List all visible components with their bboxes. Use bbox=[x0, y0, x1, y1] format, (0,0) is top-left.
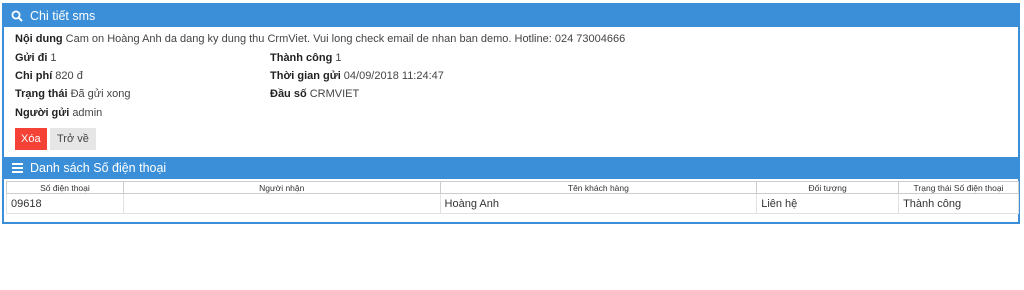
content-label: Nội dung bbox=[15, 33, 63, 45]
sent-value: 1 bbox=[50, 52, 57, 64]
status-row: Trạng thái Đã gửi xong bbox=[15, 87, 131, 101]
cell-object: Liên hệ bbox=[756, 193, 900, 214]
sender-row: Người gửi admin bbox=[15, 106, 102, 120]
sent-label: Gửi đi bbox=[15, 52, 48, 64]
sent-row: Gửi đi 1 bbox=[15, 51, 57, 65]
phone-list-table: Số điện thoại Người nhận Tên khách hàng … bbox=[6, 181, 1019, 214]
cell-phone-status: Thành công bbox=[898, 193, 1019, 214]
search-icon bbox=[10, 9, 24, 23]
success-label: Thành công bbox=[270, 52, 333, 64]
delete-button[interactable]: Xóa bbox=[15, 128, 47, 150]
cell-phone: 09618 bbox=[6, 193, 124, 214]
sms-detail-body: Nội dung Cam on Hoàng Anh da dang ky dung… bbox=[4, 27, 1018, 155]
sender-label: Người gửi bbox=[15, 107, 70, 119]
phone-list-header: Danh sách Số điện thoại bbox=[4, 157, 1018, 179]
success-value: 1 bbox=[335, 52, 342, 64]
column-header-phone[interactable]: Số điện thoại bbox=[6, 181, 124, 194]
column-header-phone-status[interactable]: Trạng thái Số điện thoại bbox=[898, 181, 1019, 194]
content-value: Cam on Hoàng Anh da dang ky dung thu Crm… bbox=[65, 33, 626, 45]
table-header-row: Số điện thoại Người nhận Tên khách hàng … bbox=[6, 181, 1019, 194]
sender-value: admin bbox=[72, 107, 103, 119]
content-row: Nội dung Cam on Hoàng Anh da dang ky dung… bbox=[15, 32, 625, 46]
sms-detail-title: Chi tiết sms bbox=[30, 9, 96, 23]
sms-detail-panel: Chi tiết sms Nội dung Cam on Hoàng Anh da… bbox=[2, 3, 1020, 224]
sms-detail-header: Chi tiết sms bbox=[4, 5, 1018, 27]
column-header-recipient[interactable]: Người nhận bbox=[122, 181, 441, 194]
prefix-label: Đầu số bbox=[270, 88, 307, 100]
prefix-row: Đầu số CRMVIET bbox=[270, 87, 359, 101]
cost-label: Chi phí bbox=[15, 70, 53, 82]
cost-value: 820 đ bbox=[55, 70, 83, 82]
send-time-row: Thời gian gửi 04/09/2018 11:24:47 bbox=[270, 69, 444, 83]
cell-customer-name: Hoàng Anh bbox=[439, 193, 758, 214]
status-label: Trạng thái bbox=[15, 88, 68, 100]
column-header-customer-name[interactable]: Tên khách hàng bbox=[439, 181, 758, 194]
success-row: Thành công 1 bbox=[270, 51, 341, 65]
status-value: Đã gửi xong bbox=[70, 88, 131, 100]
back-button[interactable]: Trở về bbox=[50, 128, 96, 150]
list-icon bbox=[10, 161, 24, 175]
send-time-value: 04/09/2018 11:24:47 bbox=[343, 70, 444, 82]
cost-row: Chi phí 820 đ bbox=[15, 69, 83, 83]
send-time-label: Thời gian gửi bbox=[270, 70, 341, 82]
phone-list-title: Danh sách Số điện thoại bbox=[30, 161, 167, 175]
cell-recipient bbox=[122, 193, 441, 214]
prefix-value: CRMVIET bbox=[309, 88, 360, 100]
table-row[interactable]: 09618 Hoàng Anh Liên hệ Thành công bbox=[6, 193, 1019, 214]
column-header-object[interactable]: Đối tượng bbox=[756, 181, 900, 194]
